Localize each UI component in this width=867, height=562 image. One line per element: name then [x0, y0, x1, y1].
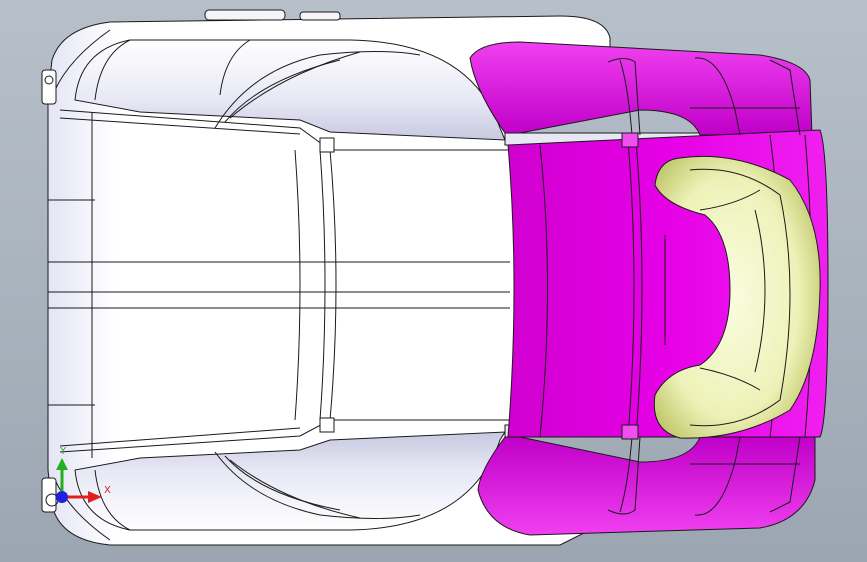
y-axis-arrowhead [56, 458, 68, 470]
graphics-viewport[interactable]: Y X [0, 0, 867, 562]
coordinate-triad: Y X [56, 446, 111, 503]
seat-model-top-view[interactable] [0, 0, 867, 562]
x-axis-arrowhead [88, 491, 102, 503]
backrest-top-wing [469, 41, 813, 136]
x-axis-label: X [104, 485, 111, 496]
z-axis-dot [56, 491, 68, 503]
y-axis-label: Y [59, 446, 67, 457]
backrest-bottom-wing [477, 436, 816, 536]
